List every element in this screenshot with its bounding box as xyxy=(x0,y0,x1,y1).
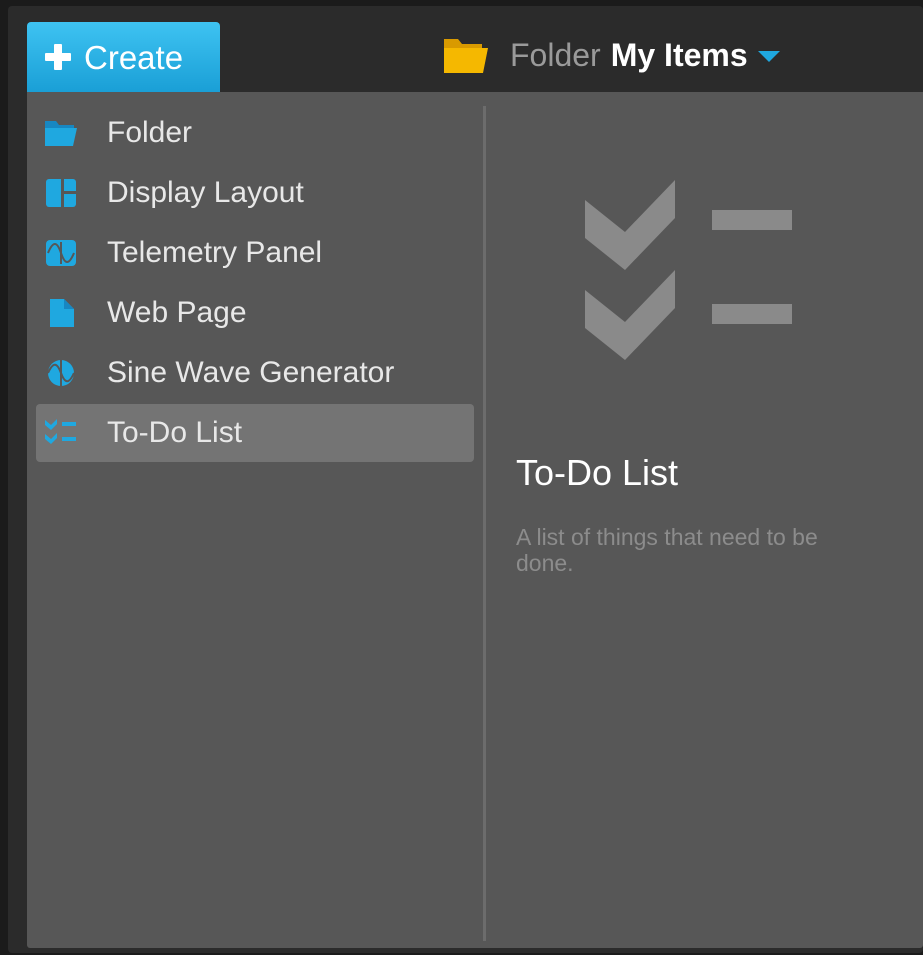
menu-item-sine-wave-generator[interactable]: Sine Wave Generator xyxy=(36,344,474,402)
chevron-down-icon[interactable] xyxy=(757,50,780,62)
folder-icon xyxy=(444,39,488,73)
breadcrumb[interactable]: Folder My Items xyxy=(442,30,780,80)
menu-item-display-layout[interactable]: Display Layout xyxy=(36,164,474,222)
create-button[interactable]: Create xyxy=(27,22,220,92)
breadcrumb-name: My Items xyxy=(610,36,748,73)
breadcrumb-kind: Folder xyxy=(510,36,601,73)
menu-item-label: To-Do List xyxy=(107,416,243,449)
sine-wave-icon xyxy=(47,360,75,386)
folder-icon xyxy=(45,121,77,146)
menu-item-telemetry-panel[interactable]: Telemetry Panel xyxy=(36,224,474,282)
menu-item-folder[interactable]: Folder xyxy=(36,104,474,162)
display-layout-icon xyxy=(46,179,76,207)
menu-item-label: Display Layout xyxy=(107,176,304,209)
create-menu: Folder Display Layout Telemetry Panel We… xyxy=(27,92,923,948)
todo-list-icon xyxy=(45,419,76,444)
preview-title: To-Do List xyxy=(516,452,679,493)
create-button-label: Create xyxy=(84,39,184,76)
menu-item-label: Sine Wave Generator xyxy=(107,356,395,389)
menu-divider xyxy=(483,106,486,941)
menu-item-todo-list[interactable]: To-Do List xyxy=(36,404,474,462)
menu-item-label: Web Page xyxy=(107,296,247,329)
preview-description: A list of things that need to be done. xyxy=(516,524,818,576)
plus-icon xyxy=(45,44,71,70)
todo-list-icon xyxy=(585,180,792,360)
web-page-icon xyxy=(50,299,74,327)
menu-item-label: Telemetry Panel xyxy=(107,236,323,269)
menu-item-label: Folder xyxy=(107,116,193,149)
telemetry-panel-icon xyxy=(46,240,76,266)
menu-item-web-page[interactable]: Web Page xyxy=(36,284,474,342)
